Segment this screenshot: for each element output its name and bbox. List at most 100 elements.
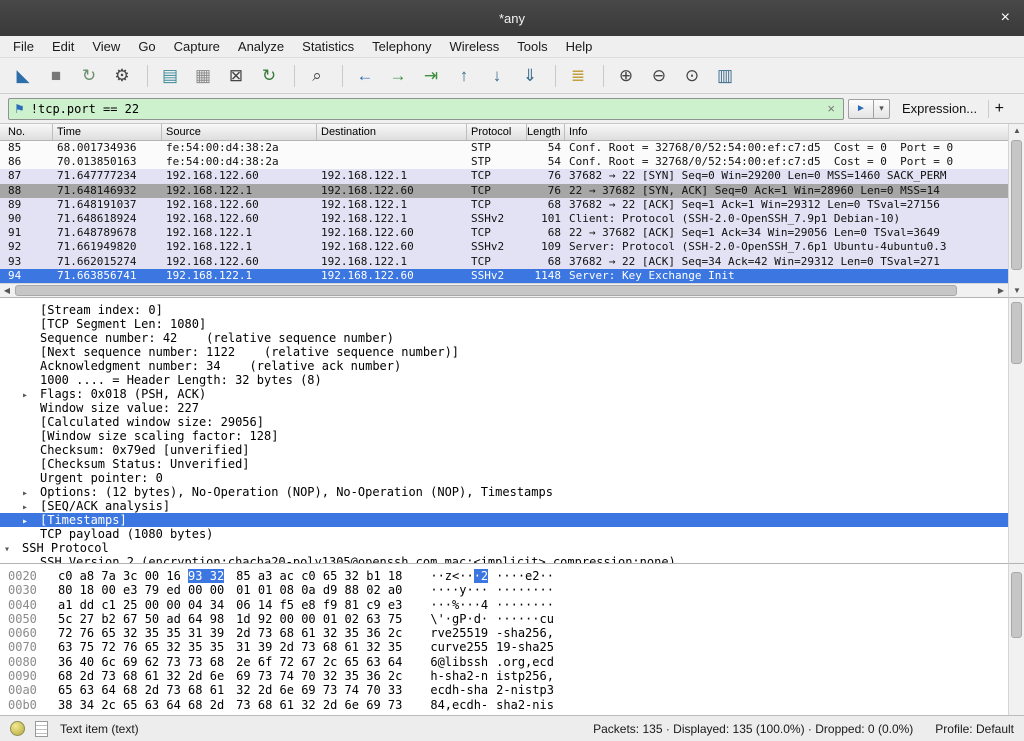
details-vscrollbar[interactable]: [1008, 297, 1024, 563]
capture-comment-icon[interactable]: [35, 721, 48, 737]
apply-filter-button[interactable]: ►: [848, 99, 874, 119]
detail-line[interactable]: Urgent pointer: 0: [0, 471, 1008, 485]
detail-line[interactable]: Sequence number: 42 (relative sequence n…: [0, 331, 1008, 345]
save-file-icon[interactable]: ▦: [188, 62, 218, 90]
detail-line[interactable]: [TCP Segment Len: 1080]: [0, 317, 1008, 331]
close-file-icon[interactable]: ⊠: [221, 62, 251, 90]
detail-line[interactable]: [Calculated window size: 29056]: [0, 415, 1008, 429]
hex-row[interactable]: 006072 76 65 32 35 35 31 392d 73 68 61 3…: [0, 626, 1008, 640]
restart-capture-icon[interactable]: ↻: [74, 62, 104, 90]
open-file-icon[interactable]: ▤: [155, 62, 185, 90]
detail-line[interactable]: TCP payload (1080 bytes): [0, 527, 1008, 541]
detail-line[interactable]: 1000 .... = Header Length: 32 bytes (8): [0, 373, 1008, 387]
display-filter-field[interactable]: ⚑ ×: [8, 98, 844, 120]
scroll-down-icon[interactable]: ▼: [1010, 284, 1024, 297]
bookmark-icon[interactable]: ⚑: [14, 102, 25, 116]
colorize-packets-icon[interactable]: ≣: [563, 62, 593, 90]
zoom-out-icon[interactable]: ⊖: [644, 62, 674, 90]
packet-list-hscrollbar[interactable]: ◀ ▶: [0, 283, 1008, 297]
column-header-protocol[interactable]: Protocol: [467, 124, 527, 140]
detail-line[interactable]: ▸[SEQ/ACK analysis]: [0, 499, 1008, 513]
filter-history-dropdown[interactable]: ▾: [874, 99, 890, 119]
packet-row[interactable]: 8670.013850163fe:54:00:d4:38:2aSTP54Conf…: [0, 155, 1008, 169]
hex-scroll-thumb[interactable]: [1011, 572, 1022, 638]
column-header-no[interactable]: No.: [0, 124, 53, 140]
go-last-packet-icon[interactable]: ↓: [482, 62, 512, 90]
detail-line[interactable]: Window size value: 227: [0, 401, 1008, 415]
profile-status[interactable]: Profile: Default: [935, 722, 1014, 736]
menu-item-go[interactable]: Go: [129, 37, 164, 56]
resize-columns-icon[interactable]: ▥: [710, 62, 740, 90]
column-header-info[interactable]: Info: [565, 124, 1008, 140]
go-to-packet-icon[interactable]: ⇥: [416, 62, 446, 90]
detail-line[interactable]: ▾SSH Protocol: [0, 541, 1008, 555]
hex-row[interactable]: 008036 40 6c 69 62 73 73 682e 6f 72 67 2…: [0, 655, 1008, 669]
reload-file-icon[interactable]: ↻: [254, 62, 284, 90]
menu-item-view[interactable]: View: [83, 37, 129, 56]
packet-row[interactable]: 9271.661949820192.168.122.1192.168.122.6…: [0, 240, 1008, 254]
packet-row[interactable]: 8871.648146932192.168.122.1192.168.122.6…: [0, 184, 1008, 198]
column-header-source[interactable]: Source: [162, 124, 317, 140]
go-back-icon[interactable]: ←: [350, 62, 380, 90]
column-header-time[interactable]: Time: [53, 124, 162, 140]
detail-line[interactable]: [Stream index: 0]: [0, 303, 1008, 317]
detail-line[interactable]: [Checksum Status: Unverified]: [0, 457, 1008, 471]
packet-row[interactable]: 9171.648789678192.168.122.1192.168.122.6…: [0, 226, 1008, 240]
detail-line[interactable]: Checksum: 0x79ed [unverified]: [0, 443, 1008, 457]
detail-line[interactable]: ▸Options: (12 bytes), No-Operation (NOP)…: [0, 485, 1008, 499]
packet-row[interactable]: 8771.647777234192.168.122.60192.168.122.…: [0, 169, 1008, 183]
expression-button[interactable]: Expression...: [902, 101, 977, 116]
menu-item-capture[interactable]: Capture: [165, 37, 229, 56]
zoom-original-icon[interactable]: ⊙: [677, 62, 707, 90]
stop-capture-icon[interactable]: ■: [41, 62, 71, 90]
capture-options-icon[interactable]: ⚙: [107, 62, 137, 90]
hex-row[interactable]: 00505c 27 b2 67 50 ad 64 981d 92 00 00 0…: [0, 612, 1008, 626]
detail-line[interactable]: Acknowledgment number: 34 (relative ack …: [0, 359, 1008, 373]
find-packet-icon[interactable]: ⌕: [302, 62, 332, 90]
packet-row[interactable]: 8568.001734936fe:54:00:d4:38:2aSTP54Conf…: [0, 141, 1008, 155]
vscroll-thumb[interactable]: [1011, 140, 1022, 270]
hex-vscrollbar[interactable]: [1008, 563, 1024, 715]
expand-arrow-icon[interactable]: ▾: [4, 543, 22, 557]
hex-row[interactable]: 0020c0 a8 7a 3c 00 16 93 3285 a3 ac c0 6…: [0, 569, 1008, 583]
detail-line[interactable]: ▸Flags: 0x018 (PSH, ACK): [0, 387, 1008, 401]
menu-item-edit[interactable]: Edit: [43, 37, 83, 56]
add-filter-button[interactable]: +: [988, 100, 1010, 118]
menu-item-help[interactable]: Help: [557, 37, 602, 56]
go-first-packet-icon[interactable]: ↑: [449, 62, 479, 90]
hscroll-thumb[interactable]: [15, 285, 957, 296]
detail-line[interactable]: [Window size scaling factor: 128]: [0, 429, 1008, 443]
filter-input[interactable]: [31, 102, 825, 116]
menu-item-wireless[interactable]: Wireless: [440, 37, 508, 56]
hex-row[interactable]: 00b038 34 2c 65 63 64 68 2d73 68 61 32 2…: [0, 698, 1008, 712]
details-scroll-thumb[interactable]: [1011, 302, 1022, 364]
hex-row[interactable]: 007063 75 72 76 65 32 35 3531 39 2d 73 6…: [0, 640, 1008, 654]
hex-row[interactable]: 00a065 63 64 68 2d 73 68 6132 2d 6e 69 7…: [0, 683, 1008, 697]
close-window-button[interactable]: ×: [1001, 0, 1010, 36]
menu-item-statistics[interactable]: Statistics: [293, 37, 363, 56]
scroll-left-icon[interactable]: ◀: [0, 284, 14, 297]
column-header-length[interactable]: Length: [527, 124, 565, 140]
packet-row[interactable]: 9371.662015274192.168.122.60192.168.122.…: [0, 255, 1008, 269]
go-forward-icon[interactable]: →: [383, 62, 413, 90]
menu-item-analyze[interactable]: Analyze: [229, 37, 293, 56]
menu-item-tools[interactable]: Tools: [508, 37, 556, 56]
packet-list-vscrollbar[interactable]: ▲ ▼: [1008, 124, 1024, 297]
scroll-up-icon[interactable]: ▲: [1010, 124, 1024, 137]
packet-row[interactable]: 9071.648618924192.168.122.60192.168.122.…: [0, 212, 1008, 226]
menu-item-telephony[interactable]: Telephony: [363, 37, 440, 56]
hex-row[interactable]: 003080 18 00 e3 79 ed 00 0001 01 08 0a d…: [0, 583, 1008, 597]
clear-filter-icon[interactable]: ×: [824, 101, 838, 116]
detail-line[interactable]: [Next sequence number: 1122 (relative se…: [0, 345, 1008, 359]
menu-item-file[interactable]: File: [4, 37, 43, 56]
packet-row[interactable]: 8971.648191037192.168.122.60192.168.122.…: [0, 198, 1008, 212]
detail-line[interactable]: ▸[Timestamps]: [0, 513, 1008, 527]
scroll-right-icon[interactable]: ▶: [994, 284, 1008, 297]
hex-row[interactable]: 0040a1 dd c1 25 00 00 04 3406 14 f5 e8 f…: [0, 598, 1008, 612]
expert-info-icon[interactable]: [10, 721, 25, 736]
zoom-in-icon[interactable]: ⊕: [611, 62, 641, 90]
hex-row[interactable]: 009068 2d 73 68 61 32 2d 6e69 73 74 70 3…: [0, 669, 1008, 683]
detail-line[interactable]: SSH Version 2 (encryption:chacha20-poly1…: [0, 555, 1008, 563]
auto-scroll-icon[interactable]: ⇓: [515, 62, 545, 90]
packet-row[interactable]: 9471.663856741192.168.122.1192.168.122.6…: [0, 269, 1008, 283]
